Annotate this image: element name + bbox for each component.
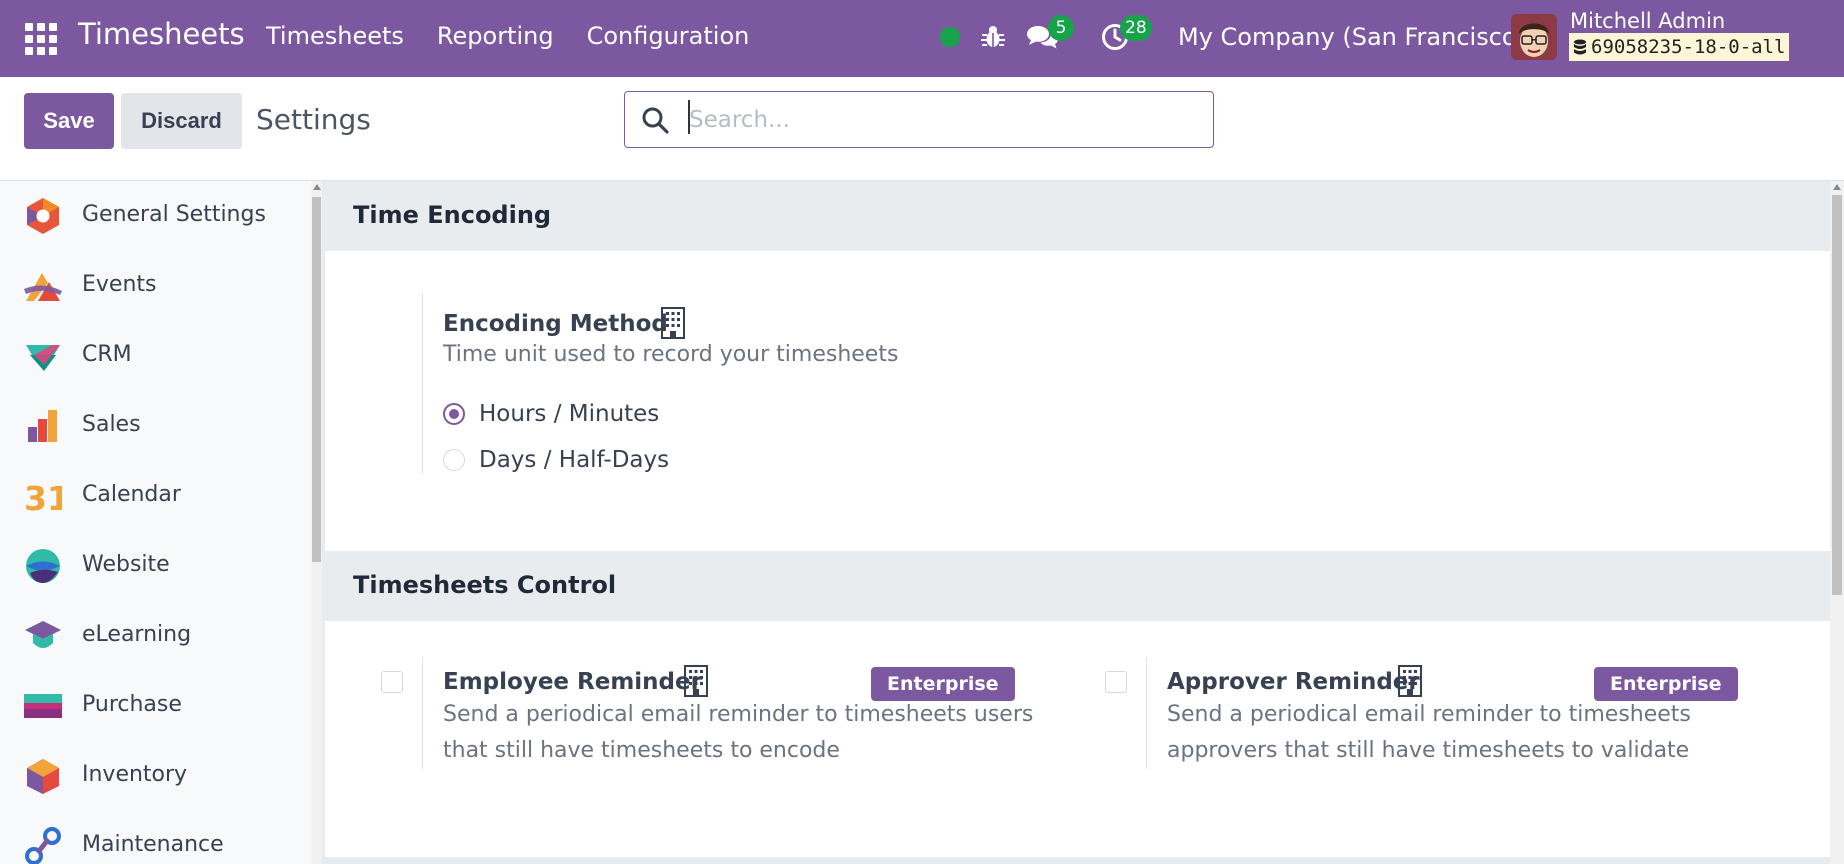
- menu-timesheets[interactable]: Timesheets: [266, 22, 404, 50]
- elearning-icon: [25, 621, 61, 648]
- radio-button-checked[interactable]: [443, 403, 465, 425]
- setting-title: Approver Reminder: [1167, 669, 1420, 695]
- radio-label[interactable]: Hours / Minutes: [479, 401, 659, 427]
- calendar-icon: 31: [24, 479, 62, 515]
- menu-reporting[interactable]: Reporting: [437, 22, 554, 50]
- content-scrollbar-thumb[interactable]: [1832, 195, 1842, 595]
- sidebar-item-general-settings[interactable]: General Settings: [0, 181, 300, 251]
- text-caret: [688, 100, 690, 134]
- database-icon: [1574, 39, 1586, 54]
- save-button[interactable]: Save: [24, 93, 114, 149]
- radio-label[interactable]: Days / Half-Days: [479, 447, 669, 473]
- sidebar-scrollbar-thumb[interactable]: [312, 197, 321, 562]
- radio-button-unchecked[interactable]: [443, 449, 465, 471]
- sales-icon: [28, 410, 57, 442]
- sidebar-item-events[interactable]: Events: [0, 251, 300, 321]
- control-panel: Save Discard Settings: [0, 77, 1844, 181]
- crm-icon: [26, 345, 60, 371]
- app-title[interactable]: Timesheets: [78, 17, 245, 51]
- user-name[interactable]: Mitchell Admin: [1570, 9, 1725, 33]
- setting-description-line: Send a periodical email reminder to time…: [1167, 702, 1691, 727]
- sidebar-item-purchase[interactable]: Purchase: [0, 671, 300, 741]
- events-icon: [24, 273, 62, 301]
- sidebar-item-label: Events: [82, 272, 157, 297]
- general-settings-icon: [27, 198, 59, 234]
- section-header-next: [325, 857, 1830, 864]
- sidebar-item-label: Maintenance: [82, 832, 224, 857]
- scroll-up-arrow-icon[interactable]: [1833, 184, 1841, 190]
- approver-reminder-checkbox[interactable]: [1105, 671, 1127, 693]
- online-status-indicator[interactable]: [940, 27, 960, 47]
- settings-search-input[interactable]: [687, 102, 1201, 138]
- main-menu: Timesheets Reporting Configuration: [266, 22, 782, 50]
- scroll-up-arrow-icon[interactable]: [313, 184, 321, 190]
- purchase-icon: [24, 694, 62, 718]
- company-building-icon: [1398, 665, 1422, 697]
- maintenance-icon: [25, 827, 61, 864]
- sidebar-scrollbar[interactable]: [311, 181, 322, 864]
- sidebar-item-elearning[interactable]: eLearning: [0, 601, 300, 671]
- enterprise-badge[interactable]: Enterprise: [871, 667, 1015, 701]
- sidebar-item-inventory[interactable]: Inventory: [0, 741, 300, 811]
- section-title: Time Encoding: [353, 201, 552, 229]
- company-building-icon: [661, 307, 685, 339]
- sidebar-item-sales[interactable]: Sales: [0, 391, 300, 461]
- sidebar-item-crm[interactable]: CRM: [0, 321, 300, 391]
- search-icon: [642, 107, 669, 134]
- database-name: 69058235-18-0-all: [1591, 36, 1786, 58]
- activities-count-badge: 28: [1120, 15, 1152, 41]
- sidebar-item-label: CRM: [82, 342, 132, 367]
- sidebar-item-label: eLearning: [82, 622, 192, 647]
- setting-description-line: that still have timesheets to encode: [443, 738, 840, 763]
- svg-text:31: 31: [24, 479, 62, 515]
- menu-configuration[interactable]: Configuration: [587, 22, 750, 50]
- sidebar-item-label: Sales: [82, 412, 141, 437]
- apps-grid-icon[interactable]: [25, 23, 57, 55]
- setting-approver-reminder: Approver Reminder Enterprise Send a peri…: [1146, 657, 1747, 769]
- setting-title: Encoding Method: [443, 311, 668, 337]
- user-avatar[interactable]: [1511, 14, 1557, 60]
- radio-days-half-days[interactable]: Days / Half-Days: [443, 447, 669, 473]
- employee-reminder-checkbox[interactable]: [381, 671, 403, 693]
- setting-encoding-method: Encoding Method Time unit used to record…: [422, 293, 1323, 474]
- page-title: Settings: [256, 103, 371, 136]
- section-header-timesheets-control: Timesheets Control: [325, 551, 1830, 621]
- sidebar-item-label: Calendar: [82, 482, 181, 507]
- messages-count-badge: 5: [1048, 15, 1074, 41]
- company-switcher[interactable]: My Company (San Francisco): [1178, 23, 1526, 51]
- enterprise-badge[interactable]: Enterprise: [1594, 667, 1738, 701]
- settings-app-sidebar: General Settings Events CRM Sales 31 Cal…: [0, 181, 310, 864]
- sidebar-item-label: Website: [82, 552, 170, 577]
- setting-description: Time unit used to record your timesheets: [443, 342, 899, 367]
- debug-bug-icon[interactable]: [981, 24, 1005, 50]
- section-title: Timesheets Control: [353, 571, 617, 599]
- website-icon: [26, 549, 60, 583]
- top-navbar: Timesheets Timesheets Reporting Configur…: [0, 0, 1844, 77]
- sidebar-item-maintenance[interactable]: Maintenance: [0, 811, 300, 864]
- content-scrollbar[interactable]: [1830, 181, 1844, 864]
- setting-description-line: approvers that still have timesheets to …: [1167, 738, 1690, 763]
- settings-content: Time Encoding Encoding Method Time unit …: [325, 181, 1830, 864]
- sidebar-item-website[interactable]: Website: [0, 531, 300, 601]
- database-tag: 69058235-18-0-all: [1569, 33, 1790, 61]
- discard-button[interactable]: Discard: [121, 93, 242, 149]
- sidebar-item-calendar[interactable]: 31 Calendar: [0, 461, 300, 531]
- search-box[interactable]: [624, 91, 1214, 148]
- setting-employee-reminder: Employee Reminder Enterprise Send a peri…: [422, 657, 1033, 769]
- setting-title: Employee Reminder: [443, 669, 702, 695]
- setting-description-line: Send a periodical email reminder to time…: [443, 702, 1034, 727]
- sidebar-item-label: Purchase: [82, 692, 182, 717]
- radio-hours-minutes[interactable]: Hours / Minutes: [443, 401, 659, 427]
- section-header-time-encoding: Time Encoding: [325, 181, 1830, 251]
- sidebar-item-label: Inventory: [82, 762, 188, 787]
- inventory-icon: [27, 759, 59, 794]
- company-building-icon: [684, 665, 708, 697]
- sidebar-item-label: General Settings: [82, 202, 266, 227]
